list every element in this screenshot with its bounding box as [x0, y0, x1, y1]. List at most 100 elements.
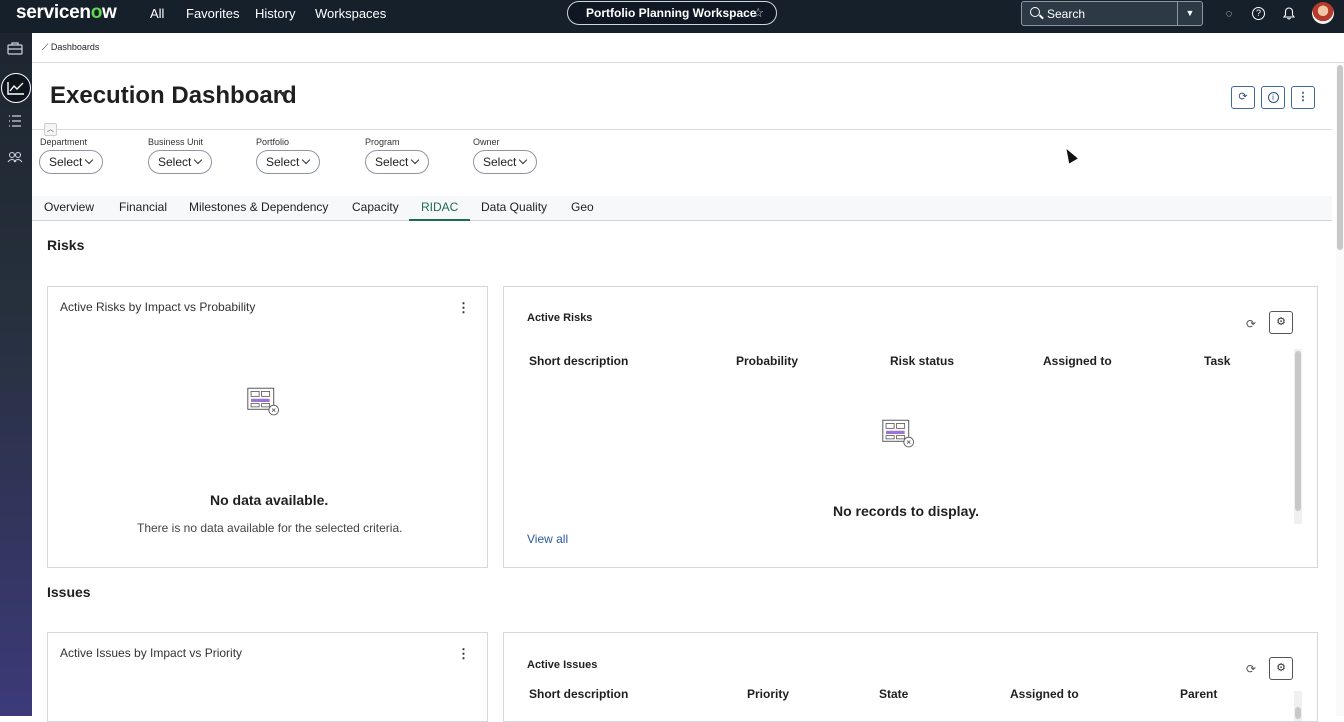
scrollbar-thumb[interactable]: [1295, 351, 1301, 511]
help-icon[interactable]: ?: [1252, 7, 1265, 20]
mouse-cursor-icon: [1062, 146, 1078, 164]
filter-label-program: Program: [365, 137, 400, 147]
tab-capacity[interactable]: Capacity: [352, 200, 399, 214]
refresh-button[interactable]: ⟳: [1231, 86, 1255, 109]
nav-workspaces[interactable]: Workspaces: [315, 6, 386, 21]
column-header[interactable]: State: [879, 687, 908, 701]
chevron-down-icon: [410, 155, 420, 165]
filter-department-select[interactable]: Select: [39, 150, 103, 174]
header-divider: [32, 129, 1332, 130]
list-icon[interactable]: [5, 113, 25, 133]
tab-geo[interactable]: Geo: [571, 200, 594, 214]
left-rail: [0, 33, 32, 716]
dashboard-chart-icon[interactable]: [1, 73, 31, 103]
refresh-icon[interactable]: ⟳: [1244, 317, 1258, 331]
title-dropdown-caret-icon[interactable]: [279, 92, 287, 97]
user-avatar[interactable]: [1312, 2, 1334, 24]
card-title: Active Issues: [527, 659, 598, 671]
more-options-button[interactable]: ⋮: [1291, 86, 1315, 109]
settings-gear-button[interactable]: ⚙: [1269, 311, 1293, 334]
settings-gear-button[interactable]: ⚙: [1269, 657, 1293, 680]
tab-financial[interactable]: Financial: [119, 200, 167, 214]
briefcase-icon[interactable]: [5, 41, 25, 61]
workspace-pill[interactable]: Portfolio Planning Workspace ☆: [567, 1, 777, 25]
filter-label-department: Department: [40, 137, 88, 147]
column-header[interactable]: Risk status: [890, 354, 954, 368]
filter-value: Select: [375, 155, 409, 169]
issues-section-title: Issues: [47, 584, 91, 600]
filter-label-portfolio: Portfolio: [256, 137, 290, 147]
filter-owner-select[interactable]: Select: [473, 150, 537, 174]
filter-value: Select: [266, 155, 300, 169]
page-scrollbar-thumb[interactable]: [1337, 65, 1343, 250]
people-group-icon[interactable]: [5, 149, 25, 169]
column-header[interactable]: Assigned to: [1043, 354, 1112, 368]
filter-portfolio-select[interactable]: Select: [256, 150, 320, 174]
dashboard-tabs: Overview Financial Milestones & Dependen…: [32, 196, 1332, 221]
column-header[interactable]: Probability: [736, 354, 798, 368]
tab-overview[interactable]: Overview: [44, 200, 94, 214]
filter-label-business-unit: Business Unit: [148, 137, 204, 147]
risks-chart-card: Active Risks by Impact vs Probability ⋮ …: [47, 286, 488, 568]
column-header[interactable]: Parent: [1180, 687, 1217, 701]
empty-records-icon: [882, 419, 915, 448]
chevron-down-icon: [301, 155, 311, 165]
active-tab-indicator: [409, 219, 470, 221]
nav-favorites[interactable]: Favorites: [186, 6, 239, 21]
tab-milestones-dependency[interactable]: Milestones & Dependency: [189, 200, 328, 214]
filter-value: Select: [483, 155, 517, 169]
tab-data-quality[interactable]: Data Quality: [481, 200, 547, 214]
search-input[interactable]: Search: [1047, 7, 1085, 21]
scrollbar-thumb[interactable]: [1295, 707, 1301, 719]
tab-ridac[interactable]: RIDAC: [421, 200, 458, 214]
column-header[interactable]: Priority: [747, 687, 789, 701]
card-title: Active Risks by Impact vs Probability: [60, 300, 256, 314]
card-menu-icon[interactable]: ⋮: [457, 301, 470, 315]
workspace-label: Portfolio Planning Workspace: [586, 6, 757, 20]
info-icon: i: [1267, 92, 1279, 103]
card-title: Active Risks: [527, 312, 593, 324]
search-scope-dropdown[interactable]: ▼: [1177, 2, 1202, 25]
breadcrumb-bar: ⟋ Dashboards: [32, 33, 1344, 63]
nav-all[interactable]: All: [150, 6, 164, 21]
empty-data-icon: [247, 387, 280, 416]
page-title[interactable]: Execution Dashboard: [50, 82, 297, 110]
chevron-down-icon: [84, 155, 94, 165]
filter-value: Select: [49, 155, 83, 169]
list-scrollbar[interactable]: [1294, 691, 1302, 721]
view-all-link[interactable]: View all: [527, 532, 568, 546]
bell-icon[interactable]: [1282, 7, 1296, 21]
active-risks-list-card: Active Risks ⟳ ⚙ Short description Proba…: [503, 286, 1318, 568]
issues-chart-card: Active Issues by Impact vs Priority ⋮: [47, 632, 488, 722]
card-title: Active Issues by Impact vs Priority: [60, 646, 243, 660]
info-button[interactable]: i: [1261, 86, 1285, 109]
card-menu-icon[interactable]: ⋮: [457, 647, 470, 661]
breadcrumb-dashboards[interactable]: Dashboards: [51, 42, 100, 52]
top-navigation-bar: servicenow All Favorites History Workspa…: [0, 0, 1344, 33]
collapse-filters-button[interactable]: ︿: [44, 123, 57, 136]
breadcrumb[interactable]: ⟋ Dashboards: [42, 42, 99, 53]
nav-history[interactable]: History: [255, 6, 295, 21]
empty-state-description: There is no data available for the selec…: [137, 521, 403, 535]
page-scrollbar[interactable]: [1336, 63, 1344, 716]
filter-value: Select: [158, 155, 192, 169]
column-header[interactable]: Assigned to: [1010, 687, 1079, 701]
chevron-down-icon: [518, 155, 528, 165]
filter-business-unit-select[interactable]: Select: [148, 150, 212, 174]
chevron-down-icon: [193, 155, 203, 165]
filter-label-owner: Owner: [473, 137, 500, 147]
servicenow-logo[interactable]: servicenow: [16, 2, 117, 24]
global-search[interactable]: Search ▼: [1021, 1, 1203, 26]
refresh-icon[interactable]: ⟳: [1244, 662, 1258, 676]
filter-program-select[interactable]: Select: [365, 150, 429, 174]
list-scrollbar[interactable]: [1294, 349, 1302, 524]
empty-state-title: No data available.: [210, 492, 329, 508]
column-header[interactable]: Short description: [529, 687, 628, 701]
chat-icon[interactable]: ◌: [1222, 7, 1236, 21]
star-icon[interactable]: ☆: [752, 5, 764, 21]
column-header[interactable]: Task: [1204, 354, 1230, 368]
active-issues-list-card: Active Issues ⟳ ⚙ Short description Prio…: [503, 632, 1318, 722]
bell-glyph: [1282, 7, 1296, 20]
column-header[interactable]: Short description: [529, 354, 628, 368]
search-icon: [1030, 7, 1040, 17]
